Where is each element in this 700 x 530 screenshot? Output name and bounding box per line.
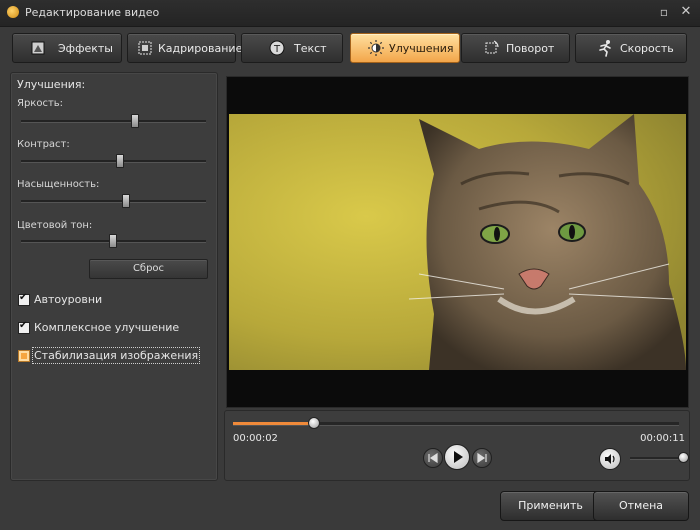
tab-label: Улучшения <box>389 42 454 55</box>
tab-effects[interactable]: Эффекты <box>12 33 122 63</box>
tab-text[interactable]: T Текст <box>241 33 343 63</box>
cancel-button[interactable]: Отмена <box>593 491 689 521</box>
seek-bar[interactable] <box>233 417 679 429</box>
tab-rotate[interactable]: Поворот <box>461 33 570 63</box>
tab-bar: Эффекты Кадрирование T Текст Улучшения П… <box>6 30 694 68</box>
video-preview[interactable] <box>226 76 689 408</box>
forward-icon <box>477 452 487 464</box>
tab-label: Поворот <box>506 42 555 55</box>
speed-icon <box>599 40 611 57</box>
play-button[interactable] <box>444 444 470 470</box>
maximize-icon[interactable]: ▫ <box>656 4 672 20</box>
svg-text:T: T <box>273 44 281 55</box>
stabilization-label: Стабилизация изображения <box>31 347 201 364</box>
tab-label: Текст <box>294 42 327 55</box>
brightness-label: Яркость: <box>17 98 64 109</box>
contrast-label: Контраст: <box>17 139 70 150</box>
tab-enhance[interactable]: Улучшения <box>350 33 460 63</box>
tab-label: Кадрирование <box>158 42 243 55</box>
text-icon: T <box>269 40 285 56</box>
panel-title: Улучшения: <box>17 78 86 91</box>
apply-button[interactable]: Применить <box>500 491 601 521</box>
close-icon[interactable]: ✕ <box>678 4 694 20</box>
seek-progress <box>233 422 314 425</box>
enhancements-panel: Улучшения: Яркость: Контраст: Насыщеннос… <box>10 72 218 481</box>
rewind-button[interactable] <box>423 448 443 468</box>
reset-button[interactable]: Сброс <box>89 259 208 279</box>
brightness-slider[interactable] <box>21 114 206 128</box>
hue-label: Цветовой тон: <box>17 220 93 231</box>
rotate-icon <box>485 40 499 54</box>
play-icon <box>454 451 463 463</box>
playback-controls: 00:00:02 00:00:11 <box>224 410 690 481</box>
auto-levels-label: Автоуровни <box>34 293 103 306</box>
saturation-label: Насыщенность: <box>17 179 100 190</box>
complex-enhance-label: Комплексное улучшение <box>34 321 180 334</box>
hue-slider-thumb[interactable] <box>108 234 117 248</box>
rewind-icon <box>428 452 438 464</box>
window-title: Редактирование видео <box>25 6 160 19</box>
tab-crop[interactable]: Кадрирование <box>127 33 242 63</box>
current-time: 00:00:02 <box>233 433 278 444</box>
speaker-icon <box>605 454 615 464</box>
enhance-icon <box>368 40 384 56</box>
volume-button[interactable] <box>599 448 621 470</box>
contrast-slider[interactable] <box>21 154 206 168</box>
stabilization-checkbox[interactable] <box>18 350 30 362</box>
hue-slider[interactable] <box>21 234 206 248</box>
crop-icon <box>138 41 152 55</box>
auto-levels-checkbox[interactable] <box>18 292 30 306</box>
brightness-slider-thumb[interactable] <box>130 114 139 128</box>
tab-label: Эффекты <box>58 42 113 55</box>
forward-button[interactable] <box>472 448 492 468</box>
video-frame-image <box>229 114 686 370</box>
volume-slider[interactable] <box>630 452 689 463</box>
tab-speed[interactable]: Скорость <box>575 33 687 63</box>
tab-label: Скорость <box>620 42 674 55</box>
contrast-slider-thumb[interactable] <box>116 154 125 168</box>
volume-thumb[interactable] <box>677 452 689 463</box>
app-icon <box>7 6 19 18</box>
total-time: 00:00:11 <box>640 433 685 444</box>
title-bar: Редактирование видео ▫ ✕ <box>0 0 700 27</box>
saturation-slider[interactable] <box>21 194 206 208</box>
effects-icon <box>31 41 45 55</box>
seek-thumb[interactable] <box>308 417 321 429</box>
saturation-slider-thumb[interactable] <box>121 194 130 208</box>
complex-enhance-checkbox[interactable] <box>18 320 30 334</box>
